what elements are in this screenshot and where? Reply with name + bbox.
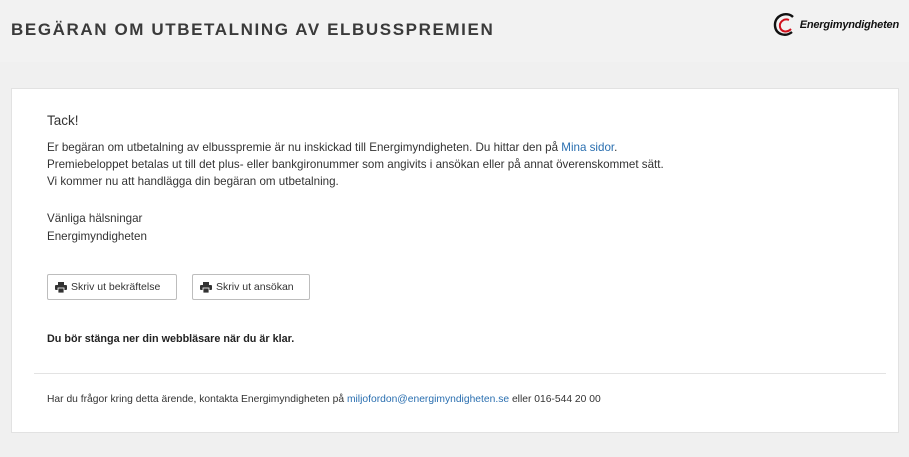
confirmation-card: Tack! Er begäran om utbetalning av elbus… — [11, 88, 899, 433]
energimyndigheten-logo-icon — [773, 13, 794, 36]
message-line-1-end: . — [614, 141, 618, 154]
footer-text: Har du frågor kring detta ärende, kontak… — [47, 394, 347, 405]
signoff-name: Energimyndigheten — [47, 230, 147, 243]
page-header: BEGÄRAN OM UTBETALNING AV ELBUSSPREMIEN … — [0, 0, 909, 62]
page-title: BEGÄRAN OM UTBETALNING AV ELBUSSPREMIEN — [11, 20, 495, 39]
signoff: Vänliga hälsningar Energimyndigheten — [47, 210, 147, 246]
close-browser-notice: Du bör stänga ner din webbläsare när du … — [47, 333, 295, 345]
printer-icon — [55, 281, 67, 293]
thanks-heading: Tack! — [47, 113, 79, 128]
divider — [34, 373, 886, 374]
message-line-1-text: Er begäran om utbetalning av elbusspremi… — [47, 141, 562, 154]
logo-text: Energimyndigheten — [799, 19, 899, 31]
contact-footer: Har du frågor kring detta ärende, kontak… — [47, 394, 601, 405]
print-confirmation-label: Skriv ut bekräftelse — [71, 281, 161, 293]
print-application-button[interactable]: Skriv ut ansökan — [192, 274, 310, 300]
signoff-greeting: Vänliga hälsningar — [47, 212, 143, 225]
contact-email-link[interactable]: miljofordon@energimyndigheten.se — [347, 394, 509, 405]
message-line-1: Er begäran om utbetalning av elbusspremi… — [47, 139, 664, 156]
printer-icon — [200, 281, 212, 293]
energimyndigheten-logo: Energimyndigheten — [772, 10, 899, 40]
footer-phone-text: eller 016-544 20 00 — [509, 394, 601, 405]
message-line-3: Vi kommer nu att handlägga din begäran o… — [47, 175, 339, 188]
confirmation-message: Er begäran om utbetalning av elbusspremi… — [47, 139, 664, 190]
message-line-2: Premiebeloppet betalas ut till det plus-… — [47, 158, 664, 171]
print-application-label: Skriv ut ansökan — [216, 281, 294, 293]
mina-sidor-link[interactable]: Mina sidor — [561, 141, 614, 154]
print-confirmation-button[interactable]: Skriv ut bekräftelse — [47, 274, 177, 300]
